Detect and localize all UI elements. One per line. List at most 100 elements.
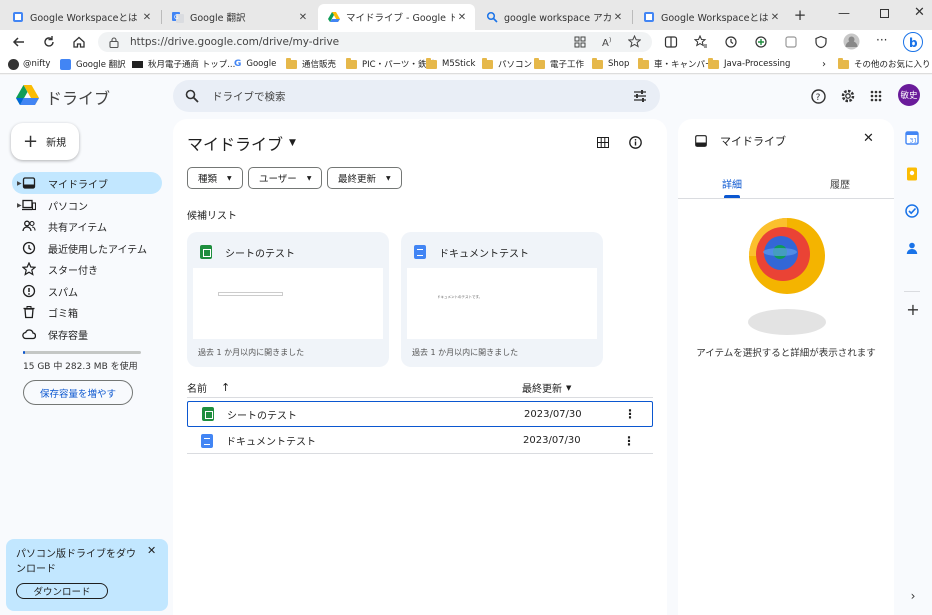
sheets-icon-wrap — [202, 407, 214, 421]
bookmark-folder[interactable]: PIC・パーツ・鉄道 — [346, 57, 435, 71]
download-button[interactable]: ダウンロード — [16, 583, 108, 599]
bing-copilot-icon[interactable]: b — [903, 32, 923, 52]
promo-close-icon[interactable]: ✕ — [147, 544, 156, 557]
bookmark-folder[interactable]: 電子工作 — [534, 57, 584, 71]
tasks-icon[interactable] — [905, 204, 921, 220]
extension-icon[interactable] — [754, 35, 768, 49]
favorites-icon[interactable] — [694, 35, 708, 49]
bookmark-akizuki[interactable]: 秋月電子通商 トップ... — [132, 57, 235, 71]
svg-text:31: 31 — [910, 138, 918, 145]
bookmarks-overflow-chevron-icon[interactable]: › — [822, 57, 826, 71]
browser-tab[interactable]: Google Workspaceとは｜Google ✕ — [2, 4, 160, 30]
keep-icon[interactable] — [905, 167, 921, 183]
bookmark-google[interactable]: G Google — [234, 57, 276, 71]
sidebar-item-label: スター付き — [48, 265, 98, 277]
search-icon[interactable] — [185, 89, 199, 103]
sidebar-item-trash[interactable]: ゴミ箱 — [12, 301, 162, 323]
hide-side-panel-chevron-icon[interactable]: › — [905, 589, 921, 605]
browser-tab[interactable]: Google Workspaceとは｜Google ✕ — [633, 4, 788, 30]
sort-arrow-up-icon[interactable]: ↑ — [221, 381, 230, 394]
collections-icon[interactable] — [784, 35, 798, 49]
file-row[interactable]: シートのテスト 2023/07/30 ⋮ — [187, 401, 653, 427]
browser-essentials-icon[interactable] — [814, 35, 828, 49]
sidebar-item-computers[interactable]: ▶ パソコン — [12, 194, 162, 216]
browser-tab[interactable]: google workspace アカウント 無料 ✕ — [476, 4, 631, 30]
sidebar-item-spam[interactable]: スパム — [12, 280, 162, 302]
filter-type[interactable]: 種類 ▼ — [187, 167, 243, 189]
search-options-icon[interactable] — [633, 89, 647, 103]
expand-caret-icon[interactable]: ▶ — [17, 202, 22, 209]
app-name[interactable]: ドライブ — [46, 85, 110, 109]
calendar-icon[interactable]: 31 — [905, 131, 921, 147]
bookmark-label: M5Stick — [442, 59, 476, 69]
folder-icon — [482, 57, 493, 69]
sidebar-item-recent[interactable]: 最近使用したアイテム — [12, 237, 162, 259]
sidebar-item-starred[interactable]: スター付き — [12, 258, 162, 280]
filter-modified[interactable]: 最終更新 ▼ — [327, 167, 402, 189]
tab-close-icon[interactable]: ✕ — [455, 12, 469, 23]
filter-people[interactable]: ユーザー ▼ — [248, 167, 323, 189]
contacts-icon[interactable] — [905, 241, 921, 257]
tab-close-icon[interactable]: ✕ — [611, 12, 625, 23]
suggested-card-doc[interactable]: ドキュメントテスト ドキュメントのテストです。 過去 1 か月以内に開きました — [401, 232, 603, 367]
sheets-icon — [200, 245, 212, 259]
google-apps-icon[interactable] — [870, 90, 882, 102]
bookmark-nifty[interactable]: @nifty — [8, 57, 50, 71]
browser-tab[interactable]: G Google 翻訳 ✕ — [162, 4, 316, 30]
more-actions-icon[interactable]: ⋮ — [623, 434, 635, 448]
split-screen-icon[interactable] — [664, 35, 678, 49]
bookmark-folder[interactable]: 通信販売 — [286, 57, 336, 71]
column-name-header[interactable]: 名前 ↑ — [187, 380, 230, 395]
sidebar-item-label: パソコン — [48, 201, 88, 213]
tab-close-icon[interactable]: ✕ — [296, 12, 310, 23]
search-bar[interactable]: ドライブで検索 — [173, 80, 660, 112]
tab-activity[interactable]: 履歴 — [830, 176, 850, 191]
details-close-icon[interactable]: ✕ — [863, 131, 874, 146]
profile-icon[interactable] — [843, 33, 860, 50]
browser-tab-active[interactable]: マイドライブ - Google ドライブ ✕ — [318, 4, 475, 30]
new-tab-button[interactable]: + — [792, 6, 808, 24]
help-icon[interactable]: ? — [811, 89, 826, 104]
bookmark-folder[interactable]: Java-Processing — [708, 57, 790, 71]
column-modified-header[interactable]: 最終更新 ▼ — [522, 380, 571, 396]
sidebar-item-my-drive[interactable]: ▶ マイドライブ — [12, 172, 162, 194]
address-bar[interactable]: https://drive.google.com/drive/my-drive … — [98, 32, 652, 52]
bookmark-folder[interactable]: 車・キャンパー — [638, 57, 714, 71]
suggested-card-sheet[interactable]: シートのテスト 過去 1 か月以内に開きました — [187, 232, 389, 367]
get-addons-plus-icon[interactable]: + — [905, 302, 921, 318]
info-icon[interactable] — [629, 136, 642, 149]
bookmark-folder[interactable]: パソコン — [482, 57, 532, 71]
account-avatar[interactable]: 敏史 — [898, 84, 920, 106]
home-icon[interactable] — [72, 35, 86, 49]
sidebar-item-storage[interactable]: 保存容量 — [12, 323, 162, 345]
apps-grid-icon[interactable] — [574, 36, 586, 48]
my-drive-title[interactable]: マイドライブ ▼ — [187, 131, 296, 155]
minimize-button[interactable]: — — [838, 6, 852, 20]
new-button[interactable]: + 新規 — [11, 123, 79, 160]
grid-view-icon[interactable] — [597, 137, 609, 148]
bookmark-label: その他のお気に入り — [854, 60, 931, 70]
filter-label: 種類 — [198, 174, 218, 185]
read-aloud-icon[interactable]: A) — [602, 36, 615, 48]
tab-close-icon[interactable]: ✕ — [140, 12, 154, 23]
more-menu-icon[interactable]: ··· — [876, 33, 887, 47]
settings-gear-icon[interactable] — [840, 88, 856, 104]
other-favorites[interactable]: その他のお気に入り — [838, 57, 931, 71]
drive-logo-icon[interactable] — [16, 85, 39, 105]
bookmark-translate[interactable]: Google 翻訳 — [60, 57, 126, 71]
maximize-button[interactable] — [880, 9, 889, 18]
sidebar-item-shared[interactable]: 共有アイテム — [12, 215, 162, 237]
favorite-star-icon[interactable] — [628, 35, 641, 48]
back-icon[interactable] — [12, 35, 26, 49]
tab-close-icon[interactable]: ✕ — [768, 12, 782, 23]
expand-caret-icon[interactable]: ▶ — [17, 180, 22, 187]
bookmark-folder[interactable]: Shop — [592, 57, 629, 71]
tab-details[interactable]: 詳細 — [722, 176, 742, 191]
get-more-storage-button[interactable]: 保存容量を増やす — [23, 380, 133, 405]
window-close-button[interactable]: ✕ — [914, 5, 925, 20]
bookmark-folder[interactable]: M5Stick — [426, 57, 475, 71]
file-row[interactable]: ドキュメントテスト 2023/07/30 ⋮ — [187, 428, 653, 454]
more-actions-icon[interactable]: ⋮ — [624, 407, 636, 421]
refresh-icon[interactable] — [42, 35, 56, 49]
history-icon[interactable] — [724, 35, 738, 49]
